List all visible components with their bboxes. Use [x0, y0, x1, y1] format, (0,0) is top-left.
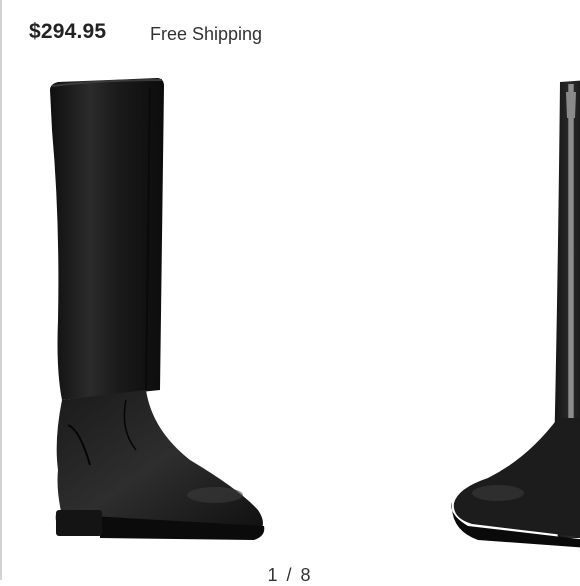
- boot-side-view-icon: [50, 78, 265, 540]
- carousel-pager: 1 / 8: [267, 565, 313, 585]
- listing-price: $294.95: [29, 20, 107, 43]
- carousel-slide-current[interactable]: [40, 70, 280, 550]
- boot-zipper-view-icon: [451, 80, 580, 548]
- carousel-slide-next[interactable]: [448, 78, 580, 548]
- shipping-label: Free Shipping: [150, 24, 263, 44]
- image-carousel[interactable]: [0, 60, 580, 580]
